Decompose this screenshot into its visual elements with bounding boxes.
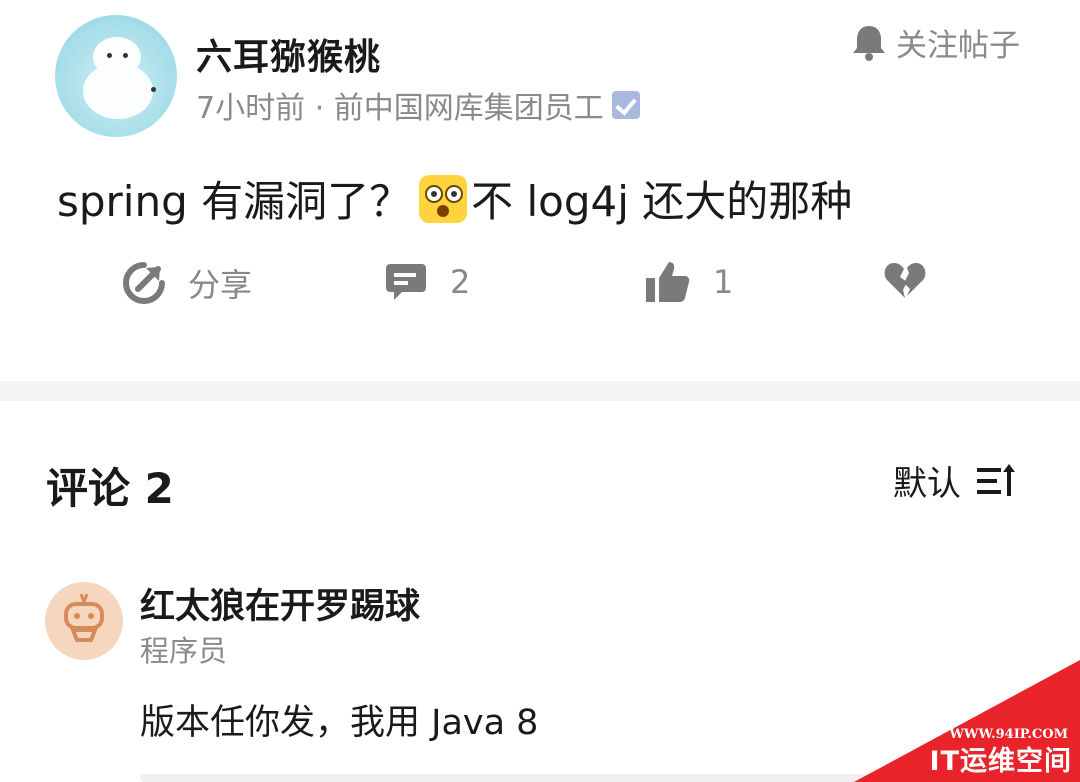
like-count: 1: [713, 263, 734, 301]
share-button[interactable]: 分享: [122, 260, 252, 306]
post-content-after: 不 log4j 还大的那种: [471, 177, 853, 226]
reply-preview-bar: [140, 774, 900, 782]
commenter-name[interactable]: 红太狼在开罗踢球: [140, 578, 420, 629]
follow-post-label: 关注帖子: [896, 28, 1020, 64]
share-label: 分享: [188, 266, 253, 304]
author-name[interactable]: 六耳猕猴桃: [196, 28, 381, 80]
verified-badge-icon: [611, 91, 640, 119]
bell-icon: [853, 25, 885, 61]
commenter-role: 程序员: [140, 634, 228, 668]
robot-avatar-icon: [64, 593, 104, 642]
sort-icon: [977, 463, 1015, 496]
author-meta-text: 7小时前 · 前中国网库集团员工: [196, 91, 604, 126]
share-icon: [123, 262, 165, 304]
follow-post-button[interactable]: 关注帖子: [852, 20, 1020, 65]
sort-label: 默认: [893, 464, 961, 504]
post-content-before: spring 有漏洞了？: [57, 177, 412, 226]
seal-head: [93, 37, 141, 77]
seal-eye: [123, 53, 128, 58]
seal-eye: [151, 87, 156, 92]
sort-button[interactable]: 默认: [893, 456, 1015, 505]
comment-icon: [386, 264, 426, 300]
commenter-avatar[interactable]: [45, 582, 123, 660]
shocked-face-icon: [419, 174, 468, 223]
watermark-name: IT运维空间: [929, 746, 1072, 777]
comments-title: 评论 2: [46, 464, 174, 513]
post-content: spring 有漏洞了？ 不 log4j 还大的那种: [57, 168, 852, 229]
author-meta: 7小时前 · 前中国网库集团员工: [196, 83, 640, 127]
like-button[interactable]: 1: [645, 260, 733, 304]
section-divider: [0, 381, 1080, 401]
dislike-button[interactable]: [883, 260, 927, 300]
author-avatar[interactable]: [55, 15, 177, 137]
broken-heart-icon: [884, 263, 926, 298]
comment-text: 版本任你发，我用 Java 8: [140, 703, 539, 743]
comment-button[interactable]: 2: [384, 260, 470, 304]
seal-eye: [107, 53, 112, 58]
comment-count: 2: [450, 263, 471, 301]
thumbs-up-icon: [646, 262, 690, 302]
